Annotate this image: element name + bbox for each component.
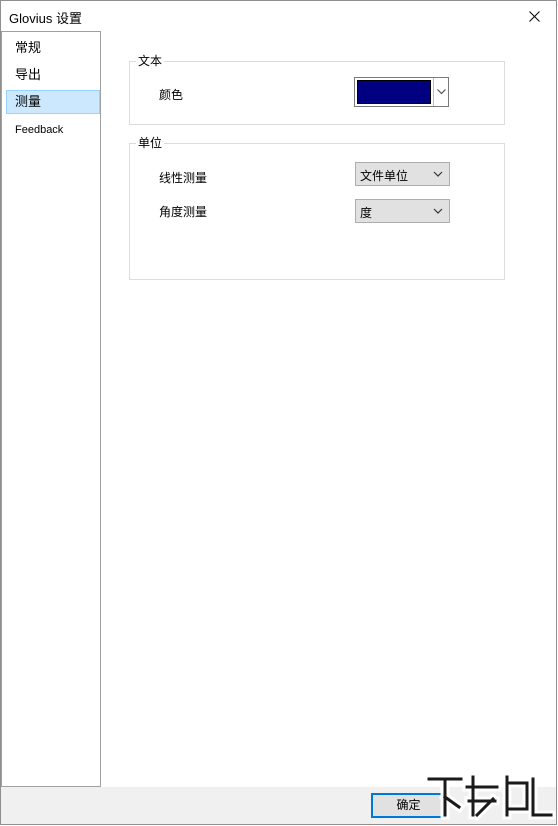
color-swatch <box>357 80 431 104</box>
sidebar-item-measure[interactable]: 测量 <box>6 90 100 114</box>
angle-unit-select[interactable]: 度 <box>355 199 450 223</box>
linear-unit-select[interactable]: 文件单位 <box>355 162 450 186</box>
unit-group: 单位 线性测量 文件单位 角度测量 度 <box>129 136 505 280</box>
close-icon <box>528 10 540 22</box>
settings-sidebar: 常规 导出 测量 Feedback <box>1 31 101 787</box>
settings-content: 文本 颜色 单位 线性测量 文件单位 角度测量 度 <box>102 31 556 787</box>
sidebar-item-label: 测量 <box>15 94 42 109</box>
text-group: 文本 颜色 <box>129 54 505 125</box>
title-bar: Glovius 设置 <box>1 1 556 31</box>
group-title: 单位 <box>136 136 165 150</box>
chevron-down-icon <box>433 171 443 177</box>
sidebar-item-label: 常规 <box>15 40 42 55</box>
select-value: 文件单位 <box>360 169 409 183</box>
sidebar-item-export[interactable]: 导出 <box>6 63 100 87</box>
select-value: 度 <box>360 206 373 220</box>
color-picker[interactable] <box>354 77 449 107</box>
color-label: 颜色 <box>159 88 184 102</box>
color-dropdown-arrow <box>433 78 448 106</box>
sidebar-item-label: Feedback <box>15 124 64 136</box>
sidebar-item-label: 导出 <box>15 67 42 82</box>
chevron-down-icon <box>436 89 446 95</box>
group-title: 文本 <box>136 54 165 68</box>
sidebar-item-general[interactable]: 常规 <box>6 36 100 60</box>
angle-measure-label: 角度测量 <box>159 205 208 219</box>
watermark-logo <box>424 772 556 822</box>
settings-dialog: Glovius 设置 常规 导出 测量 Feedback 文本 颜色 单位 线性… <box>0 0 557 825</box>
sidebar-item-feedback[interactable]: Feedback <box>6 118 100 142</box>
window-title: Glovius 设置 <box>9 11 82 26</box>
close-button[interactable] <box>512 1 556 31</box>
linear-measure-label: 线性测量 <box>159 171 208 185</box>
chevron-down-icon <box>433 208 443 214</box>
